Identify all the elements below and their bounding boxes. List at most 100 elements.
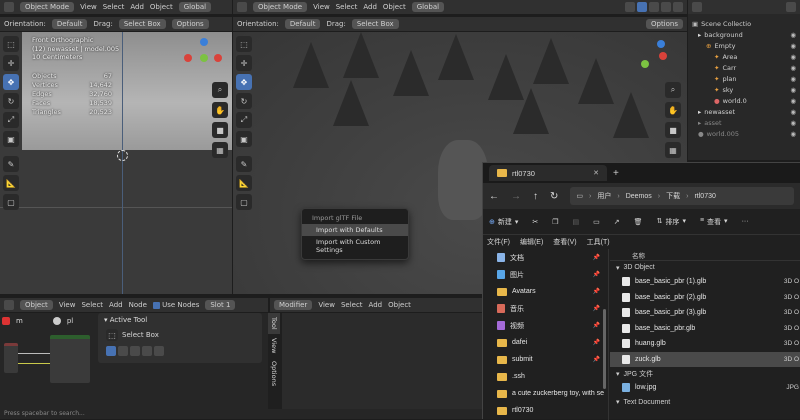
transform-tool-icon[interactable]: ▣ [3,131,19,147]
nav-music[interactable]: 音乐 📌 [483,300,608,317]
main-transform-tool-icon[interactable]: ▣ [236,131,252,147]
orientation-dropdown[interactable]: Default [51,19,88,29]
file-row[interactable]: base_basic_pbr (1).glb 3D O [610,274,800,290]
visibility-icon[interactable]: ◉ [790,119,796,127]
tab-options[interactable]: Options [268,357,280,390]
file-row-selected[interactable]: zuck.glb 3D O [610,351,800,367]
move-tool-icon[interactable]: ✥ [3,74,19,90]
outliner-row[interactable]: ▸ newasset ◉ [692,106,796,117]
menu-view-cn[interactable]: 查看(V) [553,237,576,247]
main-drag-dropdown[interactable]: Select Box [351,19,399,29]
nav-dafei[interactable]: dafei 📌 [483,334,608,351]
outliner-filter-icon[interactable] [786,2,796,12]
new-tab-icon[interactable]: + [613,168,619,179]
zoom-icon[interactable]: ⌕ [212,82,228,98]
outliner-row[interactable]: ▸ asset ◉ [692,117,796,128]
column-name[interactable]: 名称 [632,250,645,260]
outliner-row[interactable]: ✦ plan ◉ [692,73,796,84]
menu-file[interactable]: 文件(F) [487,237,510,247]
measure-tool-icon[interactable]: 📐 [3,175,19,191]
props-menu-object[interactable]: Object [388,301,411,309]
view-button[interactable]: ≡ 查看 ▾ [700,217,728,227]
menu-tools[interactable]: 工具(T) [587,237,610,247]
cursor-tool-icon[interactable]: ✛ [3,55,19,71]
node-menu-select[interactable]: Select [81,301,103,309]
main-transform-dropdown[interactable]: Global [411,2,445,12]
visibility-icon[interactable]: ◉ [790,75,796,83]
node-object-dropdown[interactable]: Object [20,300,53,310]
visibility-icon[interactable]: ◉ [790,53,796,61]
nav-zuckerberg-toy[interactable]: a cute zuckerberg toy, with se [483,385,608,402]
explorer-tab[interactable]: rtl0730 ✕ [489,165,607,181]
main-annotate-tool-icon[interactable]: ✎ [236,156,252,172]
main-gizmo-x-icon[interactable] [659,52,667,60]
main-gizmo-y-icon[interactable] [641,60,649,68]
modifier-dropdown[interactable]: Modifier [274,300,313,310]
slot-dropdown[interactable]: Slot 1 [205,300,236,310]
mode-subtract-icon[interactable] [130,346,140,356]
breadcrumb-rtl0730[interactable]: rtl0730 [694,193,715,200]
new-button[interactable]: ⊕ 新建 ▾ [489,217,518,227]
material-shading-icon[interactable] [661,2,671,12]
main-orientation-dropdown[interactable]: Default [284,19,321,29]
material-slot-icon[interactable] [2,317,10,325]
add-cube-tool-icon[interactable]: ▢ [3,194,19,210]
paste-icon[interactable]: ▤ [573,218,580,226]
group-text-document[interactable]: ▾ Text Document [610,396,800,409]
editor-type-icon[interactable] [4,2,14,12]
outliner-row[interactable]: ✦ sky ◉ [692,84,796,95]
nav-documents[interactable]: 文档 📌 [483,249,608,266]
visibility-icon[interactable]: ◉ [790,42,796,50]
props-menu-select[interactable]: Select [341,301,363,309]
visibility-icon[interactable]: ◉ [790,86,796,94]
import-custom-settings-item[interactable]: Import with Custom Settings [302,236,408,256]
shader-node[interactable] [50,335,90,383]
address-bar[interactable]: ▭ › 用户 › Deemos › 下载 › rtl0730 [570,187,794,205]
menu-select[interactable]: Select [103,3,125,11]
nav-submit[interactable]: submit 📌 [483,351,608,368]
select-box-tool-icon[interactable]: ⬚ [106,329,118,341]
visibility-icon[interactable]: ◉ [790,130,796,138]
nav-scrollbar[interactable] [603,309,606,389]
tab-view[interactable]: View [268,334,280,357]
creature-model[interactable] [438,140,488,220]
node-editor[interactable]: m pl [0,313,96,409]
share-icon[interactable]: ↗ [614,218,620,226]
main-editor-type-icon[interactable] [237,2,247,12]
main-scale-tool-icon[interactable]: ⤢ [236,112,252,128]
main-menu-view[interactable]: View [313,3,330,11]
node-editor-type-icon[interactable] [4,300,14,310]
node-menu-add[interactable]: Add [109,301,123,309]
tab-close-icon[interactable]: ✕ [593,169,599,177]
main-mode-dropdown[interactable]: Object Mode [253,2,308,12]
rotate-tool-icon[interactable]: ↻ [3,93,19,109]
sphere-icon[interactable] [52,317,61,325]
props-menu-add[interactable]: Add [369,301,383,309]
gizmo-z-icon[interactable] [200,38,208,46]
breadcrumb-deemos[interactable]: Deemos [626,193,652,200]
outliner-row[interactable]: ⊕ Empty ◉ [692,40,796,51]
group-3d-object[interactable]: ▾ 3D Object [610,261,800,274]
cut-icon[interactable]: ✂ [532,218,538,226]
transform-dropdown[interactable]: Global [178,2,212,12]
visibility-icon[interactable]: ◉ [790,31,796,39]
nav-avatars[interactable]: Avatars 📌 [483,283,608,300]
wireframe-shading-icon[interactable] [637,2,647,12]
breadcrumb-downloads[interactable]: 下载 [666,191,680,201]
file-row[interactable]: low.jpg JPG [610,380,800,396]
main-measure-tool-icon[interactable]: 📐 [236,175,252,191]
tab-tool[interactable]: Tool [268,313,280,334]
gizmo-neg-x-icon[interactable] [214,54,222,62]
mode-dropdown[interactable]: Object Mode [20,2,75,12]
visibility-icon[interactable]: ◉ [790,97,796,105]
breadcrumb-users[interactable]: 用户 [597,191,611,201]
left-viewport[interactable]: Front Orthographic (12) newasset | model… [0,32,232,294]
use-nodes-checkbox[interactable]: Use Nodes [152,301,199,309]
forward-icon[interactable]: → [511,191,521,202]
up-icon[interactable]: ↑ [533,191,538,202]
main-grid-icon[interactable]: ▦ [665,142,681,158]
back-icon[interactable]: ← [489,191,499,202]
scale-tool-icon[interactable]: ⤢ [3,112,19,128]
visibility-icon[interactable]: ◉ [790,108,796,116]
mode-new-icon[interactable] [106,346,116,356]
